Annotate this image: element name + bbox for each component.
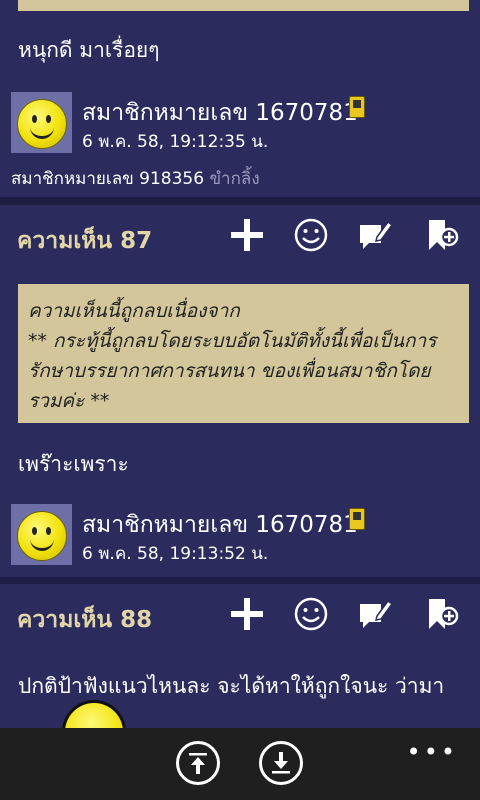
comment-title: ความเห็น 88 [17, 607, 153, 633]
app-bar: ••• [0, 728, 480, 800]
plus-icon[interactable] [227, 594, 267, 634]
author-name[interactable]: สมาชิกหมายเลข 1670781 [82, 95, 358, 131]
more-menu-button[interactable]: ••• [407, 738, 458, 766]
mobile-icon [349, 508, 365, 530]
thanked-by: สมาชิกหมายเลข 918356 ขำกลิ้ง [11, 165, 260, 192]
post-timestamp: 6 พ.ค. 58, 19:12:35 น. [82, 132, 269, 152]
thanked-by-member[interactable]: สมาชิกหมายเลข 918356 [11, 169, 204, 189]
deleted-notice-box: ความเห็นนี้ถูกลบเนื่องจาก ** กระทู้นี้ถู… [18, 284, 469, 423]
post-body: หนุกดี มาเรื่อยๆ [18, 38, 160, 62]
reply-edit-icon[interactable] [355, 215, 395, 255]
smiley-icon[interactable] [291, 594, 331, 634]
avatar[interactable] [11, 504, 72, 565]
smiley-icon[interactable] [291, 215, 331, 255]
plus-icon[interactable] [227, 215, 267, 255]
scroll-top-button[interactable] [176, 741, 220, 785]
comment-timestamp: 6 พ.ค. 58, 19:13:52 น. [82, 544, 269, 564]
quote-box [18, 0, 469, 11]
bookmark-add-icon[interactable] [421, 215, 461, 255]
comment-body: ปกติป้าฟังแนวไหนละ จะได้หาให้ถูกใจนะ ว่า… [18, 674, 445, 698]
comment-title: ความเห็น 87 [17, 228, 153, 254]
bookmark-add-icon[interactable] [421, 594, 461, 634]
deleted-notice: ความเห็นนี้ถูกลบเนื่องจาก ** กระทู้นี้ถู… [28, 300, 437, 412]
comment-body: เพร๊าะเพราะ [18, 452, 129, 476]
thanked-by-label: ขำกลิ้ง [209, 169, 260, 189]
avatar[interactable] [11, 92, 72, 153]
smiley-avatar-icon [17, 99, 67, 149]
scroll-bottom-icon [272, 752, 290, 774]
smiley-avatar-icon [17, 511, 67, 561]
reply-edit-icon[interactable] [355, 594, 395, 634]
mobile-icon [349, 96, 365, 118]
scroll-top-icon [189, 753, 207, 774]
comment-card: ความเห็น 87 ความเห็นนี้ถูกลบเนื่องจาก **… [0, 205, 480, 577]
scroll-bottom-button[interactable] [259, 741, 303, 785]
author-name[interactable]: สมาชิกหมายเลข 1670781 [82, 507, 358, 543]
post-card: หนุกดี มาเรื่อยๆ สมาชิกหมายเลข 1670781 6… [0, 0, 480, 197]
